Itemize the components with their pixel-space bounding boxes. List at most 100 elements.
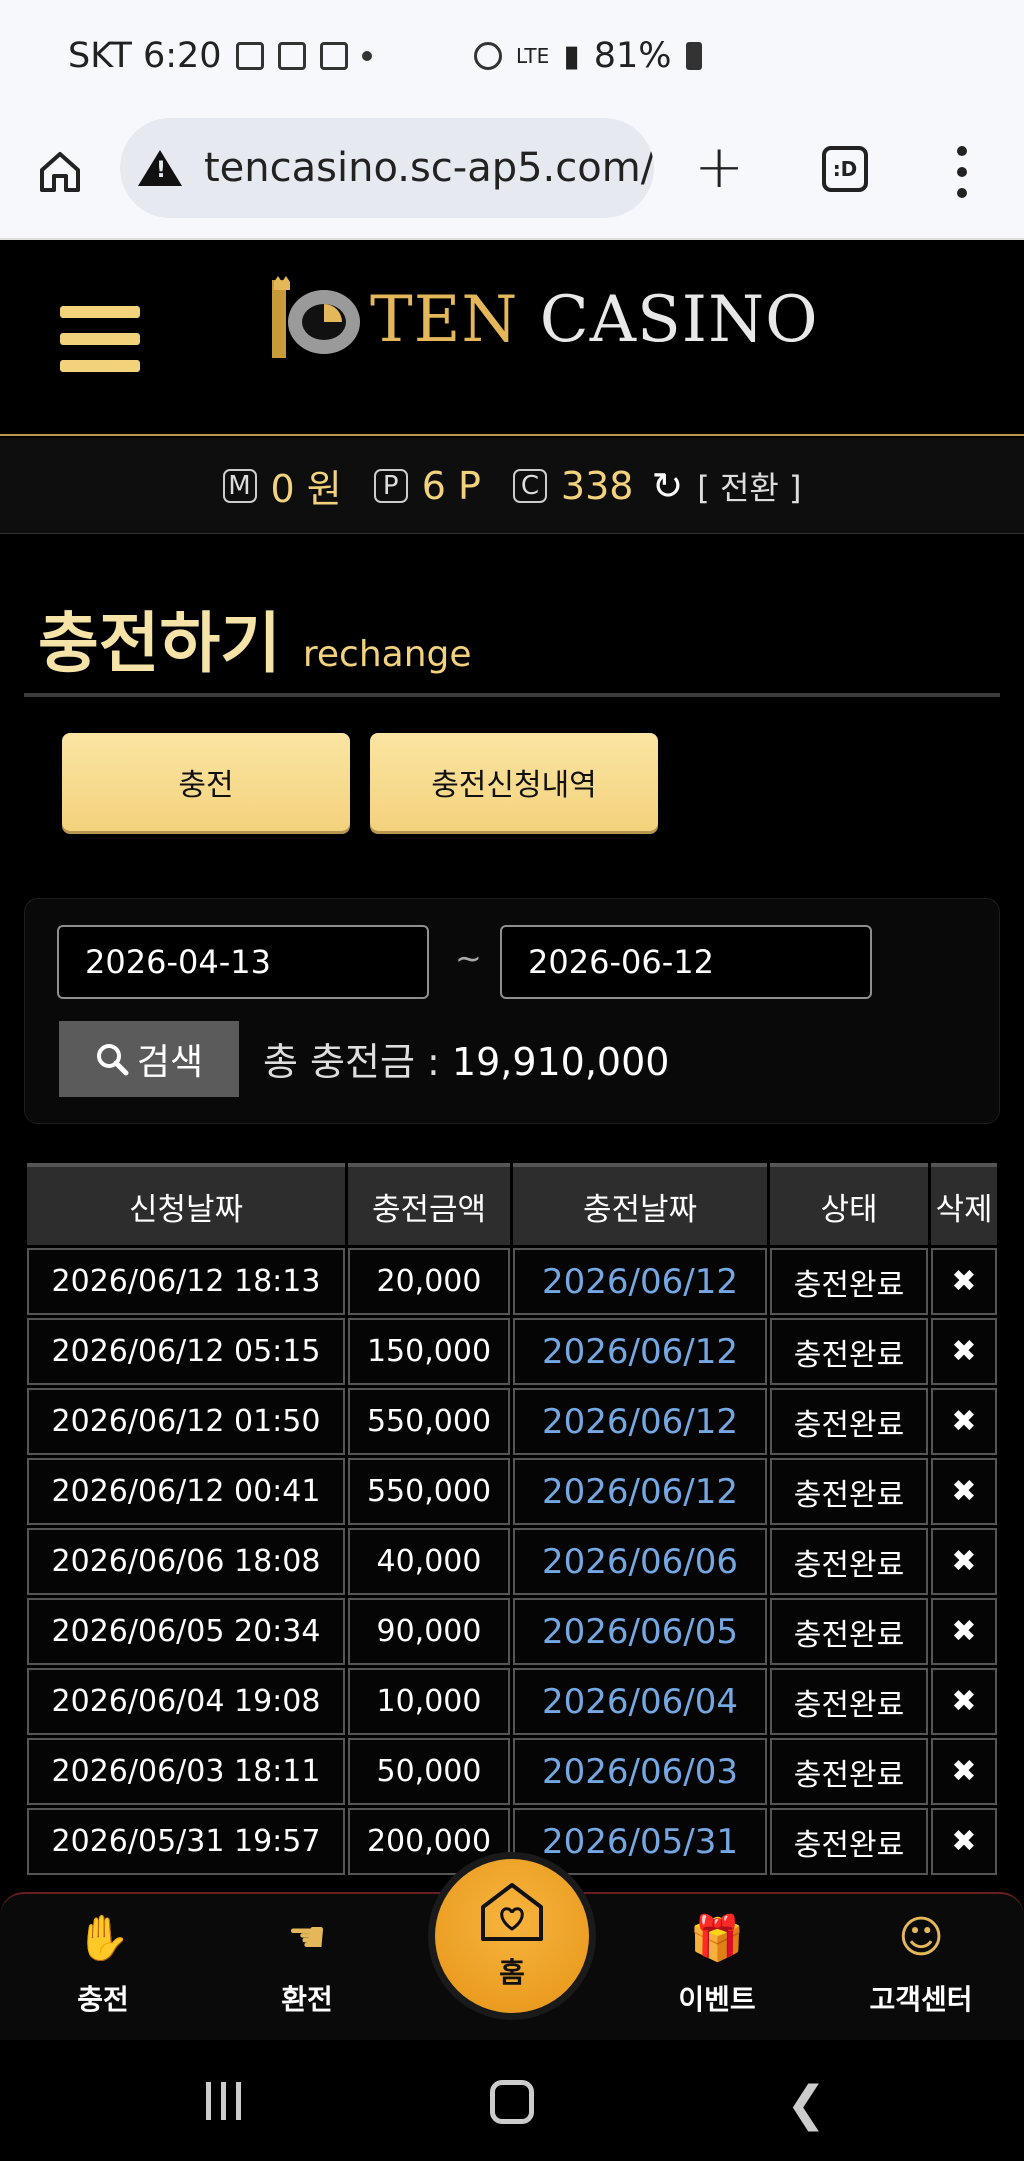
coin-balance: 338 xyxy=(560,463,634,508)
delete-icon[interactable]: ✖ xyxy=(931,1528,997,1595)
money-balance: 0 원 xyxy=(270,467,342,511)
recent-apps-icon[interactable] xyxy=(206,2082,241,2120)
status-cell: 충전완료 xyxy=(770,1458,928,1525)
delete-icon[interactable]: ✖ xyxy=(931,1458,997,1525)
nav-event[interactable]: 🎁 이벤트 xyxy=(642,1912,792,2018)
status-cell: 충전완료 xyxy=(770,1248,928,1315)
search-button-label: 검색 xyxy=(136,1041,204,1082)
delete-icon[interactable]: ✖ xyxy=(931,1668,997,1735)
url-bar[interactable]: tencasino.sc-ap5.com/ xyxy=(120,118,654,218)
back-icon[interactable]: ❮ xyxy=(786,2076,826,2132)
total-charge: 총 충전금 : 19,910,000 xyxy=(263,1031,669,1086)
table-header-row: 신청날짜 충전금액 충전날짜 상태 삭제 xyxy=(27,1163,997,1245)
delete-icon[interactable]: ✖ xyxy=(931,1738,997,1805)
requested-date-cell: 2026/06/06 18:08 xyxy=(27,1528,345,1595)
amount-cell: 90,000 xyxy=(348,1598,510,1665)
amount-cell: 20,000 xyxy=(348,1248,510,1315)
site-logo[interactable]: TEN CASINO xyxy=(268,270,819,370)
header-delete: 삭제 xyxy=(931,1163,997,1245)
table-row: 2026/06/12 00:41 550,000 2026/06/12 충전완료… xyxy=(27,1458,997,1525)
charged-date-link[interactable]: 2026/06/05 xyxy=(513,1598,767,1665)
status-cell: 충전완료 xyxy=(770,1668,928,1735)
lte-icon: LTE xyxy=(516,44,550,68)
page-title: 충전하기 rechange xyxy=(38,590,472,686)
charge-hand-icon: ✋ xyxy=(75,1913,131,1964)
requested-date-cell: 2026/06/03 18:11 xyxy=(27,1738,345,1805)
charged-date-link[interactable]: 2026/06/12 xyxy=(513,1458,767,1525)
delete-icon[interactable]: ✖ xyxy=(931,1248,997,1315)
delete-icon[interactable]: ✖ xyxy=(931,1318,997,1385)
app-notification-icon xyxy=(319,42,348,70)
refresh-icon[interactable]: ↻ xyxy=(651,464,683,508)
hamburger-menu-icon[interactable] xyxy=(60,306,140,372)
battery-icon xyxy=(685,42,702,70)
delete-icon[interactable]: ✖ xyxy=(931,1808,997,1875)
not-secure-warning-icon[interactable] xyxy=(138,150,182,186)
charged-date-link[interactable]: 2026/06/03 xyxy=(513,1738,767,1805)
header-charged-date: 충전날짜 xyxy=(513,1163,767,1245)
more-notifications-icon xyxy=(361,51,372,61)
browser-menu-icon[interactable] xyxy=(956,146,968,198)
nav-home[interactable]: 홈 xyxy=(428,1852,596,2020)
search-panel: ~ 검색 총 충전금 : 19,910,000 xyxy=(24,898,1000,1124)
edit-notification-icon xyxy=(277,42,306,70)
exchange-hand-icon: ☚ xyxy=(287,1912,327,1963)
logo-casino: CASINO xyxy=(539,283,819,357)
table-row: 2026/06/03 18:11 50,000 2026/06/03 충전완료 … xyxy=(27,1738,997,1805)
amount-cell: 550,000 xyxy=(348,1458,510,1525)
charge-history-tab-button[interactable]: 충전신청내역 xyxy=(370,733,658,831)
tab-switcher-button[interactable]: :D xyxy=(822,146,868,192)
date-to-input[interactable] xyxy=(500,925,872,999)
requested-date-cell: 2026/06/12 18:13 xyxy=(27,1248,345,1315)
requested-date-cell: 2026/06/12 01:50 xyxy=(27,1388,345,1455)
requested-date-cell: 2026/06/12 05:15 xyxy=(27,1318,345,1385)
charge-tab-button[interactable]: 충전 xyxy=(62,733,350,831)
amount-cell: 50,000 xyxy=(348,1738,510,1805)
alarm-icon xyxy=(474,42,502,70)
header-status: 상태 xyxy=(770,1163,928,1245)
charged-date-link[interactable]: 2026/06/12 xyxy=(513,1388,767,1455)
table-row: 2026/06/12 01:50 550,000 2026/06/12 충전완료… xyxy=(27,1388,997,1455)
status-cell: 충전완료 xyxy=(770,1388,928,1455)
status-right: LTE ▮ 81% xyxy=(474,36,702,76)
signal-icon: ▮ xyxy=(563,38,580,74)
date-from-input[interactable] xyxy=(57,925,429,999)
point-balance: 6 P xyxy=(421,463,481,508)
carrier-time: SKT 6:20 xyxy=(68,36,222,76)
coin-badge: C xyxy=(512,468,547,503)
url-text[interactable]: tencasino.sc-ap5.com/ xyxy=(204,145,654,191)
logo-ten: TEN xyxy=(370,283,519,357)
charged-date-link[interactable]: 2026/06/04 xyxy=(513,1668,767,1735)
status-cell: 충전완료 xyxy=(770,1808,928,1875)
requested-date-cell: 2026/06/04 19:08 xyxy=(27,1668,345,1735)
delete-icon[interactable]: ✖ xyxy=(931,1388,997,1455)
amount-cell: 10,000 xyxy=(348,1668,510,1735)
table-row: 2026/06/12 18:13 20,000 2026/06/12 충전완료 … xyxy=(27,1248,997,1315)
status-cell: 충전완료 xyxy=(770,1738,928,1805)
charged-date-link[interactable]: 2026/06/06 xyxy=(513,1528,767,1595)
switch-link[interactable]: [ 전환 ] xyxy=(697,463,801,509)
gallery-notification-icon xyxy=(235,42,264,70)
nav-exchange-label: 환전 xyxy=(281,1983,333,2016)
nav-charge[interactable]: ✋ 충전 xyxy=(28,1912,178,2018)
delete-icon[interactable]: ✖ xyxy=(931,1598,997,1665)
charged-date-link[interactable]: 2026/06/12 xyxy=(513,1318,767,1385)
search-button[interactable]: 검색 xyxy=(59,1021,239,1097)
charged-date-link[interactable]: 2026/06/12 xyxy=(513,1248,767,1315)
table-row: 2026/06/12 05:15 150,000 2026/06/12 충전완료… xyxy=(27,1318,997,1385)
new-tab-icon[interactable]: + xyxy=(694,132,744,202)
system-home-icon[interactable] xyxy=(490,2080,534,2124)
logo-emblem-icon xyxy=(272,276,360,358)
browser-home-icon[interactable] xyxy=(36,148,84,196)
charge-history-table: 신청날짜 충전금액 충전날짜 상태 삭제 2026/06/12 18:13 20… xyxy=(24,1160,1000,1878)
total-charge-label: 총 충전금 : xyxy=(263,1040,452,1084)
money-badge: M xyxy=(222,468,257,503)
status-cell: 충전완료 xyxy=(770,1598,928,1665)
page-title-ko: 충전하기 xyxy=(38,605,281,682)
nav-support[interactable]: ☺ 고객센터 xyxy=(846,1912,996,2018)
status-cell: 충전완료 xyxy=(770,1528,928,1595)
nav-exchange[interactable]: ☚ 환전 xyxy=(232,1912,382,2018)
amount-cell: 40,000 xyxy=(348,1528,510,1595)
balance-bar: M 0 원 P 6 P C 338 ↻ [ 전환 ] xyxy=(0,438,1024,534)
home-button[interactable]: 홈 xyxy=(435,1859,589,2013)
